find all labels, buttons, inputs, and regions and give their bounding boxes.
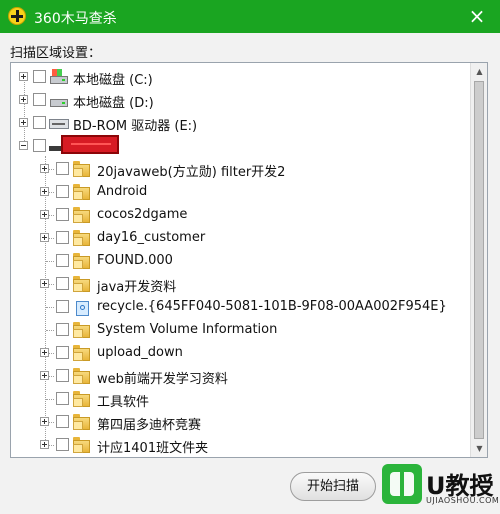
folder-label: cocos2dgame — [97, 207, 188, 222]
tree-row-folder[interactable]: System Volume Information — [11, 319, 469, 341]
folder-checkbox[interactable] — [56, 323, 69, 336]
folder-icon — [73, 206, 93, 224]
drive-e-checkbox[interactable] — [33, 116, 46, 129]
tree-row-folder[interactable]: 第四届多迪杯竞赛 — [11, 411, 469, 433]
tree-row-drive-d[interactable]: 本地磁盘 (D:) — [11, 89, 469, 111]
folder-checkbox[interactable] — [56, 231, 69, 244]
tree-row-folder[interactable]: java开发资料 — [11, 273, 469, 295]
expand-button[interactable] — [40, 417, 49, 426]
drive-d-checkbox[interactable] — [33, 93, 46, 106]
folder-label: System Volume Information — [97, 322, 278, 337]
window-title: 360木马查杀 — [34, 11, 117, 27]
folder-icon — [73, 413, 93, 431]
tree-row-folder[interactable]: 20javaweb(方立勋) filter开发2 — [11, 158, 469, 180]
folder-label: upload_down — [97, 345, 183, 360]
vertical-scrollbar[interactable]: ▲ ▼ — [470, 63, 487, 457]
tree-row-folder[interactable]: day16_customer — [11, 227, 469, 249]
close-button[interactable]: × — [464, 3, 490, 29]
hard-disk-icon — [49, 68, 69, 86]
tree-row-folder[interactable]: Android — [11, 181, 469, 203]
tree-row-drive-e[interactable]: BD-ROM 驱动器 (E:) — [11, 112, 469, 134]
folder-icon — [73, 160, 93, 178]
scan-tree: 本地磁盘 (C:) 本地磁盘 (D:) BD-ROM 驱动器 (E:) 20ja… — [10, 62, 488, 458]
recycle-bin-icon — [73, 298, 93, 316]
scroll-thumb[interactable] — [474, 81, 484, 439]
folder-icon — [73, 321, 93, 339]
removable-drive-checkbox[interactable] — [33, 139, 46, 152]
expand-button[interactable] — [40, 440, 49, 449]
optical-drive-icon — [49, 114, 69, 132]
tree-row-folder[interactable]: 工具软件 — [11, 388, 469, 410]
scroll-down-arrow-icon[interactable]: ▼ — [471, 440, 487, 457]
folder-label: web前端开发学习资料 — [97, 372, 228, 387]
recycle-label: recycle.{645FF040-5081-101B-9F08-00AA002… — [97, 299, 447, 314]
redacted-drive-label — [61, 135, 119, 154]
tree-row-folder[interactable]: 计应1401班文件夹 — [11, 434, 469, 456]
folder-label: 20javaweb(方立勋) filter开发2 — [97, 165, 286, 180]
drive-d-label: 本地磁盘 (D:) — [73, 96, 154, 111]
folder-checkbox[interactable] — [56, 415, 69, 428]
scan-area-label: 扫描区域设置： — [10, 46, 102, 61]
tree-row-folder[interactable]: upload_down — [11, 342, 469, 364]
watermark-site: UJIAOSHOU.COM — [426, 496, 500, 505]
folder-icon — [73, 390, 93, 408]
expand-button[interactable] — [40, 187, 49, 196]
tree-row-drive-c[interactable]: 本地磁盘 (C:) — [11, 66, 469, 88]
expand-button[interactable] — [40, 164, 49, 173]
expand-button[interactable] — [19, 95, 28, 104]
tree-row-recycle[interactable]: recycle.{645FF040-5081-101B-9F08-00AA002… — [11, 296, 469, 318]
folder-label: Android — [97, 184, 148, 199]
recycle-checkbox[interactable] — [56, 300, 69, 313]
drive-c-checkbox[interactable] — [33, 70, 46, 83]
expand-button[interactable] — [40, 348, 49, 357]
collapse-button[interactable] — [19, 141, 28, 150]
expand-button[interactable] — [40, 210, 49, 219]
folder-label: FOUND.000 — [97, 253, 173, 268]
folder-checkbox[interactable] — [56, 392, 69, 405]
drive-e-label: BD-ROM 驱动器 (E:) — [73, 119, 198, 134]
folder-checkbox[interactable] — [56, 277, 69, 290]
folder-checkbox[interactable] — [56, 208, 69, 221]
tree-row-removable-drive[interactable] — [11, 135, 469, 157]
tree-row-folder[interactable]: cocos2dgame — [11, 204, 469, 226]
folder-icon — [73, 436, 93, 454]
folder-icon — [73, 229, 93, 247]
folder-checkbox[interactable] — [56, 369, 69, 382]
hard-disk-icon — [49, 91, 69, 109]
folder-icon — [73, 183, 93, 201]
title-bar: 360木马查杀 × — [0, 0, 500, 33]
folder-label: 工具软件 — [97, 395, 150, 410]
folder-icon — [73, 344, 93, 362]
scroll-up-arrow-icon[interactable]: ▲ — [471, 63, 487, 80]
tree-row-folder[interactable]: FOUND.000 — [11, 250, 469, 272]
folder-icon — [73, 367, 93, 385]
start-scan-button[interactable]: 开始扫描 — [290, 472, 376, 501]
tree-row-folder[interactable]: web前端开发学习资料 — [11, 365, 469, 387]
folder-checkbox[interactable] — [56, 162, 69, 175]
u-jiaoshou-logo-icon — [382, 464, 422, 504]
drive-c-label: 本地磁盘 (C:) — [73, 73, 153, 88]
folder-checkbox[interactable] — [56, 254, 69, 267]
folder-label: 第四届多迪杯竞赛 — [97, 418, 202, 433]
expand-button[interactable] — [40, 279, 49, 288]
folder-checkbox[interactable] — [56, 185, 69, 198]
folder-label: 计应1401班文件夹 — [97, 441, 209, 456]
folder-checkbox[interactable] — [56, 346, 69, 359]
expand-button[interactable] — [19, 72, 28, 81]
folder-icon — [73, 275, 93, 293]
folder-label: java开发资料 — [97, 280, 177, 295]
folder-label: day16_customer — [97, 230, 206, 245]
360-logo-icon — [8, 7, 26, 25]
folder-icon — [73, 252, 93, 270]
expand-button[interactable] — [40, 371, 49, 380]
folder-checkbox[interactable] — [56, 438, 69, 451]
expand-button[interactable] — [19, 118, 28, 127]
expand-button[interactable] — [40, 233, 49, 242]
